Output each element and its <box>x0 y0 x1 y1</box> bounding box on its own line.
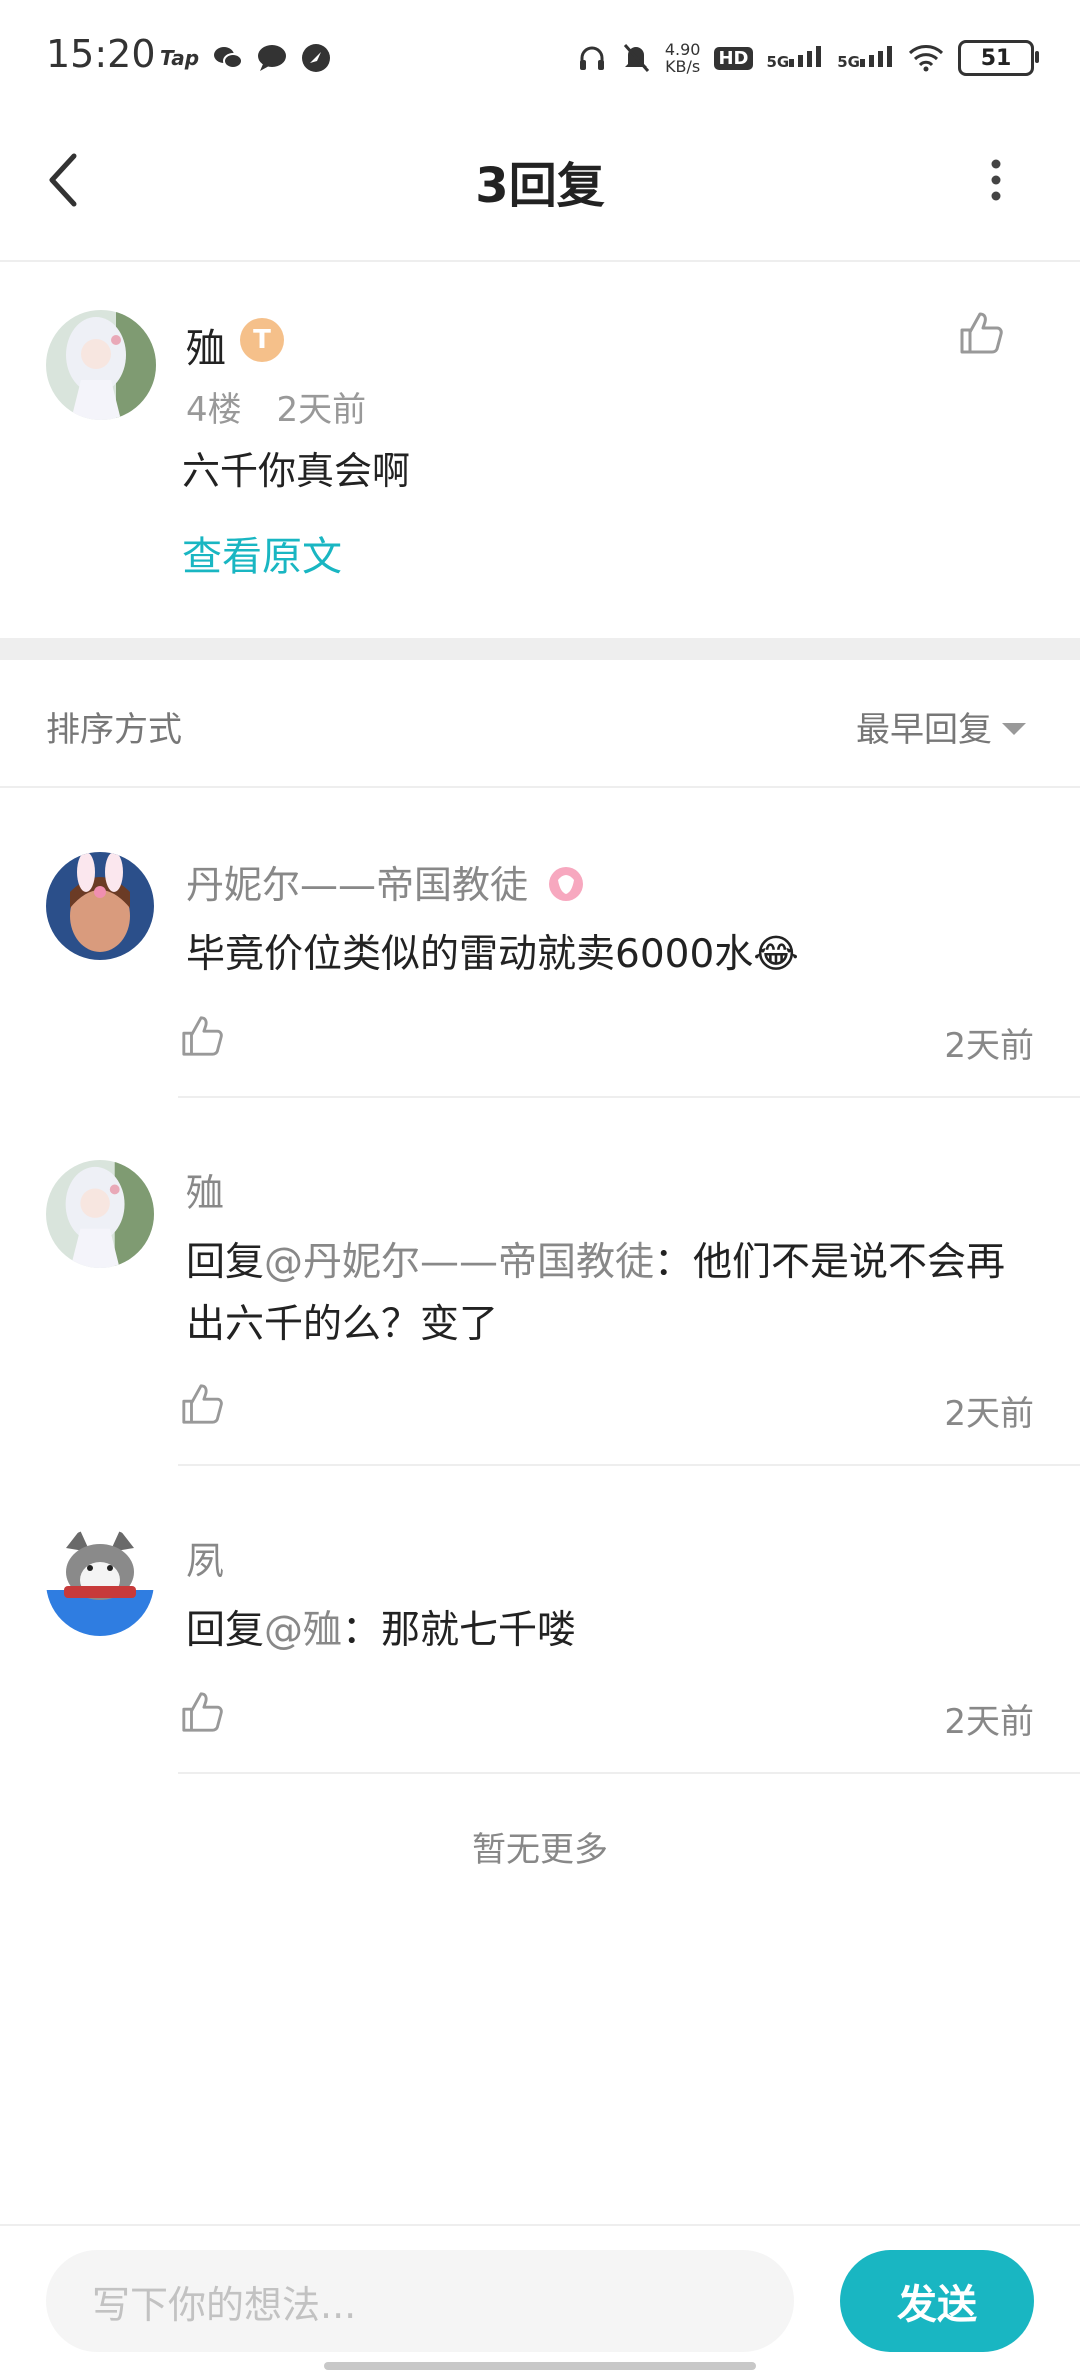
status-app-icons: Tap <box>160 40 331 76</box>
sort-dropdown[interactable]: 最早回复 <box>856 702 1026 751</box>
sort-selected-value: 最早回复 <box>856 710 992 750</box>
reply-username[interactable]: 丹妮尔——帝国教徒 <box>186 854 586 909</box>
wifi-icon <box>908 45 944 72</box>
reply-text: 回复@殈：那就七千喽 <box>186 1600 1036 1662</box>
status-system-icons: 4.90 KB/s HD 5G 5G 51 <box>577 36 1039 80</box>
caret-down-icon <box>1002 722 1026 735</box>
header-divider <box>0 260 1080 262</box>
reply-mention[interactable]: @丹妮尔——帝国教徒 <box>264 1240 654 1285</box>
reply-time: 2天前 <box>944 1394 1034 1434</box>
like-button[interactable] <box>180 1382 224 1430</box>
comment-time: 2天前 <box>276 390 367 430</box>
thumbs-up-icon <box>182 1692 223 1732</box>
reply-username[interactable]: 夙 <box>186 1530 224 1585</box>
avatar-bunny-ears-man-image <box>46 852 154 960</box>
headphones-icon <box>579 46 604 70</box>
sort-divider <box>0 786 1080 788</box>
reply-text: 毕竟价位类似的雷动就卖6000水😂 <box>186 932 799 977</box>
reply-prefix: 回复 <box>186 1608 265 1653</box>
thumbs-up-icon <box>960 312 1003 354</box>
avatar-husky-dog-image <box>46 1528 154 1636</box>
reply-body: ：那就七千喽 <box>342 1608 577 1653</box>
battery-level: 51 <box>980 45 1012 71</box>
page-title: 3回复 <box>475 158 605 214</box>
wechat-icon <box>214 47 244 69</box>
battery-icon: 51 <box>958 40 1039 76</box>
reply-divider <box>178 1096 1080 1098</box>
browser-icon <box>302 44 331 72</box>
thumbs-up-icon <box>182 1016 223 1056</box>
avatar-anime-girl-image <box>46 310 156 420</box>
message-bubble-icon <box>258 45 287 71</box>
reply-input[interactable]: 写下你的想法... <box>46 2250 794 2352</box>
send-button[interactable]: 发送 <box>840 2250 1034 2352</box>
avatar[interactable] <box>46 852 154 960</box>
like-button[interactable] <box>180 1690 224 1738</box>
avatar-anime-girl-image <box>46 1160 154 1268</box>
reply-text: 回复@丹妮尔——帝国教徒：他们不是说不会再出六千的么？变了 <box>186 1232 1036 1356</box>
comment-meta: 4楼 2天前 <box>186 382 366 431</box>
user-level-badge-icon: T <box>240 318 284 362</box>
reply-username[interactable]: 殈 <box>186 1162 224 1217</box>
network-speed-value: 4.90 <box>664 40 701 59</box>
no-more-text: 暂无更多 <box>472 1830 608 1870</box>
comment-username[interactable]: 殈 <box>186 316 226 374</box>
network-speed: 4.90 KB/s <box>665 41 701 75</box>
view-original-link[interactable]: 查看原文 <box>182 524 342 582</box>
comment-floor: 4楼 <box>186 390 242 430</box>
section-divider <box>0 638 1080 660</box>
signal-5g-1: 5G <box>767 45 824 71</box>
bottom-bar-divider <box>0 2224 1080 2226</box>
avatar[interactable] <box>46 310 156 420</box>
signal-5g-1-label: 5G <box>766 53 790 71</box>
reply-prefix: 回复 <box>186 1240 265 1285</box>
reply-divider <box>178 1464 1080 1466</box>
reply-mention[interactable]: @殈 <box>264 1608 342 1653</box>
comment-text: 六千你真会啊 <box>182 449 411 493</box>
network-speed-unit: KB/s <box>665 57 701 76</box>
like-button[interactable] <box>958 310 1004 360</box>
home-indicator[interactable] <box>324 2362 756 2370</box>
like-button[interactable] <box>180 1014 224 1062</box>
signal-5g-2: 5G <box>837 45 894 71</box>
signal-5g-2-label: 5G <box>837 53 860 71</box>
reply-username-text: 丹妮尔——帝国教徒 <box>186 863 529 907</box>
avatar[interactable] <box>46 1528 154 1636</box>
reply-time: 2天前 <box>944 1702 1034 1742</box>
signal-bars-icon <box>860 46 892 67</box>
pink-badge-icon <box>549 867 584 901</box>
reply-divider <box>178 1772 1080 1774</box>
hd-icon: HD <box>714 46 753 70</box>
more-options-button[interactable] <box>984 158 1008 206</box>
status-time: 15:20 <box>46 32 156 76</box>
sort-label: 排序方式 <box>46 710 182 750</box>
more-vertical-icon <box>991 159 1001 201</box>
bell-muted-icon <box>623 44 649 72</box>
avatar[interactable] <box>46 1160 154 1268</box>
thumbs-up-icon <box>182 1384 223 1424</box>
reply-time: 2天前 <box>944 1026 1034 1066</box>
taptap-icon: Tap <box>160 46 200 70</box>
signal-bars-icon <box>789 46 822 67</box>
